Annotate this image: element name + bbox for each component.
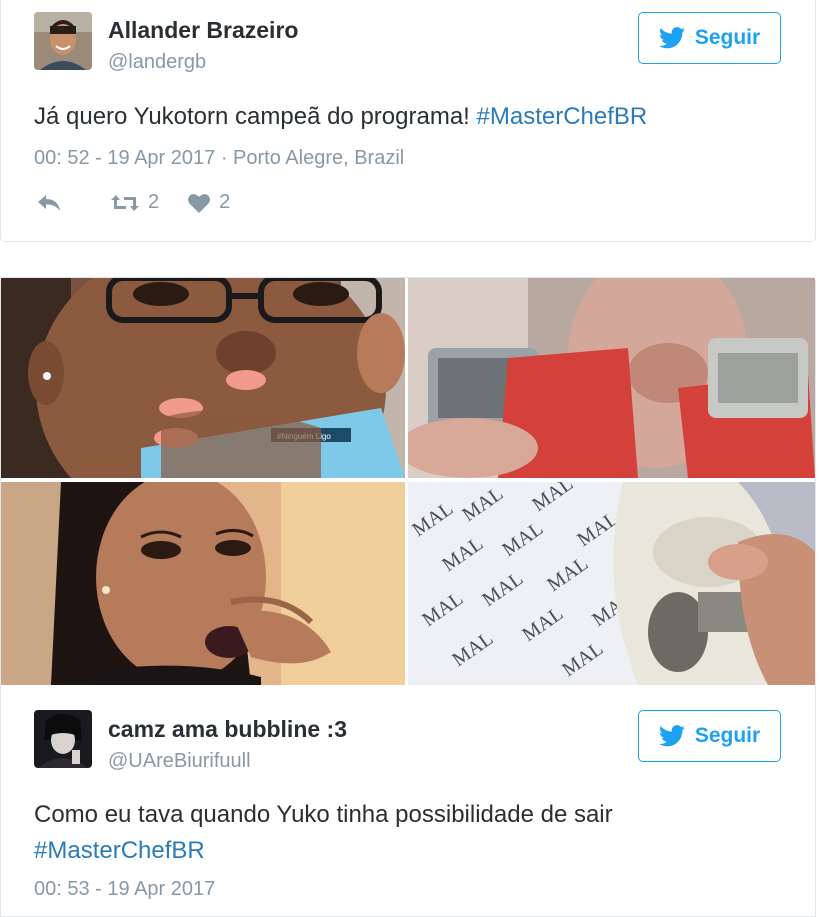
tweet-text-body: Já quero Yukotorn campeã do programa! [34,103,477,130]
retweet-button[interactable]: 2 [110,191,159,214]
tweet-meta: 00: 52 - 19 Apr 2017 · Porto Alegre, Bra… [34,147,404,170]
photo-paper-iron[interactable]: MAL MAL MAL MAL MAL MAL MAL MAL MAL MAL … [408,482,815,685]
photo-woman-covering-mouth[interactable]: #Ninguém Ligo [1,278,405,478]
timestamp[interactable]: 00: 53 - 19 Apr 2017 [34,878,215,900]
retweet-count: 2 [148,191,160,213]
twitter-bird-icon [658,725,685,747]
tweet-text: Já quero Yukotorn campeã do programa! #M… [34,99,647,135]
follow-button-label: Seguir [694,26,761,49]
avatar[interactable] [34,710,92,768]
reply-button[interactable] [36,194,62,212]
location[interactable]: · Porto Alegre, Brazil [221,147,404,169]
photo-woman-shocked[interactable] [1,482,405,685]
tweet-card-1: Allander Brazeiro @landergb Seguir Já qu… [0,0,816,242]
avatar[interactable] [34,12,92,70]
like-count: 2 [219,191,231,213]
twitter-bird-icon [658,27,685,49]
follow-button-label: Seguir [694,724,761,747]
author-name[interactable]: Allander Brazeiro [108,17,298,44]
follow-button[interactable]: Seguir [638,710,781,762]
hashtag-link[interactable]: #MasterChefBR [477,103,648,130]
like-button[interactable]: 2 [187,191,230,214]
author-handle[interactable]: @UAreBiurifuull [108,750,251,773]
tweet-card-2: #Ninguém Ligo [0,277,816,917]
author-handle[interactable]: @landergb [108,51,206,74]
tweet-text: Como eu tava quando Yuko tinha possibili… [34,797,654,869]
photo-blurry-closeup[interactable] [408,278,815,478]
hashtag-link[interactable]: #MasterChefBR [34,837,205,864]
timestamp[interactable]: 00: 52 - 19 Apr 2017 [34,147,215,169]
tweet-meta: 00: 53 - 19 Apr 2017 [34,878,215,901]
follow-button[interactable]: Seguir [638,12,781,64]
tweet-actions: 2 2 [36,191,230,214]
retweet-icon [111,194,139,211]
heart-icon [188,193,211,213]
photo-grid[interactable]: #Ninguém Ligo [1,278,815,685]
author-name[interactable]: camz ama bubbline :3 [108,716,347,743]
reply-icon [38,194,60,211]
tweet-text-body: Como eu tava quando Yuko tinha possibili… [34,801,613,828]
